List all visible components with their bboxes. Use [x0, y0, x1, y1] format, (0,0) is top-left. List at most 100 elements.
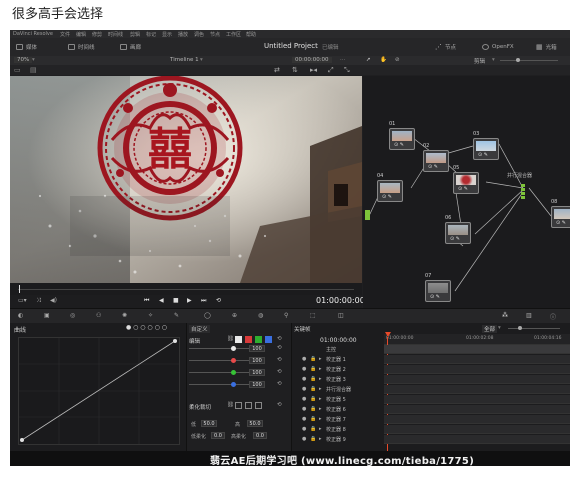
playhead[interactable] — [19, 285, 20, 293]
keyframe-track-9[interactable]: ● 🔒 ▸ 校正器 9 — [292, 434, 570, 444]
sizing-icon[interactable]: ⬚ — [310, 312, 316, 319]
soft-clip-r-toggle[interactable] — [235, 402, 242, 409]
jump-end-icon[interactable]: ⏭ — [201, 297, 206, 305]
channel-b-reset-icon[interactable]: ⟲ — [277, 381, 282, 387]
stop-icon[interactable]: ■ — [173, 297, 179, 304]
window-icon[interactable]: ◯ — [204, 312, 211, 319]
soft-clip-b-toggle[interactable] — [255, 402, 262, 409]
track-expand-icon[interactable]: ▸ — [319, 366, 322, 372]
node-02[interactable]: 02 ⊙ ✎ — [423, 143, 449, 172]
channel-g-dot[interactable] — [231, 370, 236, 375]
track-expand-icon[interactable]: ▸ — [319, 396, 322, 402]
keyframe-track-8[interactable]: ● 🔒 ▸ 校正器 8 — [292, 424, 570, 434]
channel-y-reset-icon[interactable]: ⟲ — [277, 345, 282, 351]
menu-item-timeline[interactable]: 时间线 — [108, 31, 123, 38]
disable-icon[interactable]: ⊘ — [395, 57, 400, 63]
keyframe-track-7[interactable]: ● 🔒 ▸ 校正器 7 — [292, 414, 570, 424]
nodes-button[interactable]: ⋰ 节点 — [435, 42, 456, 52]
parallel-mixer[interactable] — [521, 184, 525, 200]
keyframe-zoom-slider[interactable] — [508, 328, 560, 329]
viewer-timecode[interactable]: 00:00:00:00 — [292, 57, 332, 63]
scrub-bar[interactable] — [10, 283, 362, 295]
channel-y-dot[interactable] — [231, 346, 236, 351]
track-expand-icon[interactable]: ▸ — [319, 376, 322, 382]
keyframe-track-2[interactable]: ● 🔒 ▸ 校正器 2 — [292, 364, 570, 374]
soft-clip-link-icon[interactable]: ⛓ — [227, 402, 234, 408]
track-lock-icon[interactable]: 🔒 — [310, 386, 316, 392]
viewer-mode-icon[interactable]: ▭ — [14, 66, 21, 74]
qualifier-icon[interactable]: ✎ — [174, 312, 179, 319]
node-zoom-slider[interactable] — [500, 60, 558, 61]
scopes-icon[interactable]: ▥ — [526, 312, 532, 319]
shuffle-icon[interactable]: ⤨ — [36, 297, 41, 305]
node-06[interactable]: 06 ⊙ ✎ — [445, 215, 471, 244]
custom-select[interactable]: 自定义 — [189, 325, 210, 333]
channel-g-value[interactable]: 100 — [249, 369, 265, 376]
node-01[interactable]: 01 ⊙ ✎ — [389, 121, 415, 150]
timeline-chevron-icon[interactable]: ▾ — [200, 57, 203, 63]
track-expand-icon[interactable]: ▸ — [319, 436, 322, 442]
link-icon[interactable]: ⛓ — [227, 336, 234, 342]
node-03[interactable]: 03 ⊙ ✎ — [473, 131, 499, 160]
keyframe-track-1[interactable]: ● 🔒 ▸ 校正器 1 — [292, 354, 570, 364]
color-wheels-icon[interactable]: ◎ — [70, 312, 75, 319]
play-reverse-icon[interactable]: ◀ — [159, 297, 164, 304]
track-visible-icon[interactable]: ● — [302, 426, 306, 432]
media-button[interactable]: 媒体 — [16, 42, 37, 52]
curves-icon[interactable]: ✧ — [148, 312, 153, 319]
node-08[interactable]: 08 ⊙ ✎ — [551, 199, 570, 228]
soft-clip-reset-icon[interactable]: ⟲ — [277, 402, 282, 408]
track-visible-icon[interactable]: ● — [302, 356, 306, 362]
node-07[interactable]: 07 ⊙ ✎ — [425, 273, 451, 302]
aspect-icon[interactable]: ⤡ — [344, 66, 350, 75]
track-lock-icon[interactable]: 🔒 — [310, 356, 316, 362]
track-visible-icon[interactable]: ● — [302, 416, 306, 422]
zoom-chevron-icon[interactable]: ▾ — [32, 57, 35, 63]
track-expand-icon[interactable]: ▸ — [319, 406, 322, 412]
track-visible-icon[interactable]: ● — [302, 366, 306, 372]
menu-item-workspace[interactable]: 工作区 — [226, 31, 241, 38]
track-expand-icon[interactable]: ▸ — [319, 416, 322, 422]
step-back-icon[interactable]: ▸◂ — [310, 66, 317, 74]
source-input-handle[interactable] — [365, 210, 370, 220]
split-icon[interactable]: ▤ — [30, 66, 37, 74]
keyframe-playhead[interactable] — [385, 332, 391, 337]
channel-y-value[interactable]: 100 — [249, 345, 265, 352]
menu-item-playback[interactable]: 播放 — [178, 31, 188, 38]
menu-item-edit[interactable]: 编辑 — [76, 31, 86, 38]
keyframe-track-6[interactable]: ● 🔒 ▸ 校正器 6 — [292, 404, 570, 414]
track-lock-icon[interactable]: 🔒 — [310, 396, 316, 402]
soft-clip-g-toggle[interactable] — [245, 402, 252, 409]
keyframes-panel-icon[interactable]: ⁂ — [502, 312, 508, 319]
low-soft-value[interactable]: 0.0 — [211, 432, 225, 439]
flip-v-icon[interactable]: ⇅ — [292, 66, 298, 74]
track-lock-icon[interactable]: 🔒 — [310, 426, 316, 432]
info-icon[interactable]: ⓘ — [550, 312, 556, 321]
menu-item-mark[interactable]: 标记 — [146, 31, 156, 38]
track-visible-icon[interactable]: ● — [302, 406, 306, 412]
channel-b-value[interactable]: 100 — [249, 381, 265, 388]
channel-g-toggle[interactable] — [255, 336, 262, 343]
keyframe-track-mixer[interactable]: ● 🔒 ▸ 并行混合器 — [292, 384, 570, 394]
channel-r-toggle[interactable] — [245, 336, 252, 343]
menu-item-help[interactable]: 帮助 — [246, 31, 256, 38]
jump-start-icon[interactable]: ⏮ — [144, 297, 149, 305]
menu-item-trim[interactable]: 修剪 — [92, 31, 102, 38]
volume-icon[interactable]: ◀) — [50, 297, 57, 304]
keyframe-track-5[interactable]: ● 🔒 ▸ 校正器 5 — [292, 394, 570, 404]
key-icon[interactable]: ⚲ — [284, 312, 288, 319]
track-visible-icon[interactable]: ● — [302, 436, 306, 442]
track-expand-icon[interactable]: ▸ — [319, 356, 322, 362]
keyframe-track-3[interactable]: ● 🔒 ▸ 校正器 3 — [292, 374, 570, 384]
viewer-layout-icon[interactable]: ▭▾ — [18, 297, 27, 304]
clip-chevron-icon[interactable]: ▾ — [492, 57, 495, 63]
reset-icon[interactable]: ⟲ — [277, 336, 282, 342]
channel-r-reset-icon[interactable]: ⟲ — [277, 357, 282, 363]
loop-icon[interactable]: ⟲ — [216, 297, 221, 304]
flip-h-icon[interactable]: ⇄ — [274, 66, 280, 74]
timeline-name[interactable]: Timeline 1 — [170, 57, 199, 63]
track-visible-icon[interactable]: ● — [302, 376, 306, 382]
timeline-button[interactable]: 时间线 — [68, 42, 95, 52]
curves-page-dots[interactable]: ● ○ ○ ○ ○ ○ — [126, 324, 167, 331]
blur-icon[interactable]: ◍ — [258, 312, 263, 319]
